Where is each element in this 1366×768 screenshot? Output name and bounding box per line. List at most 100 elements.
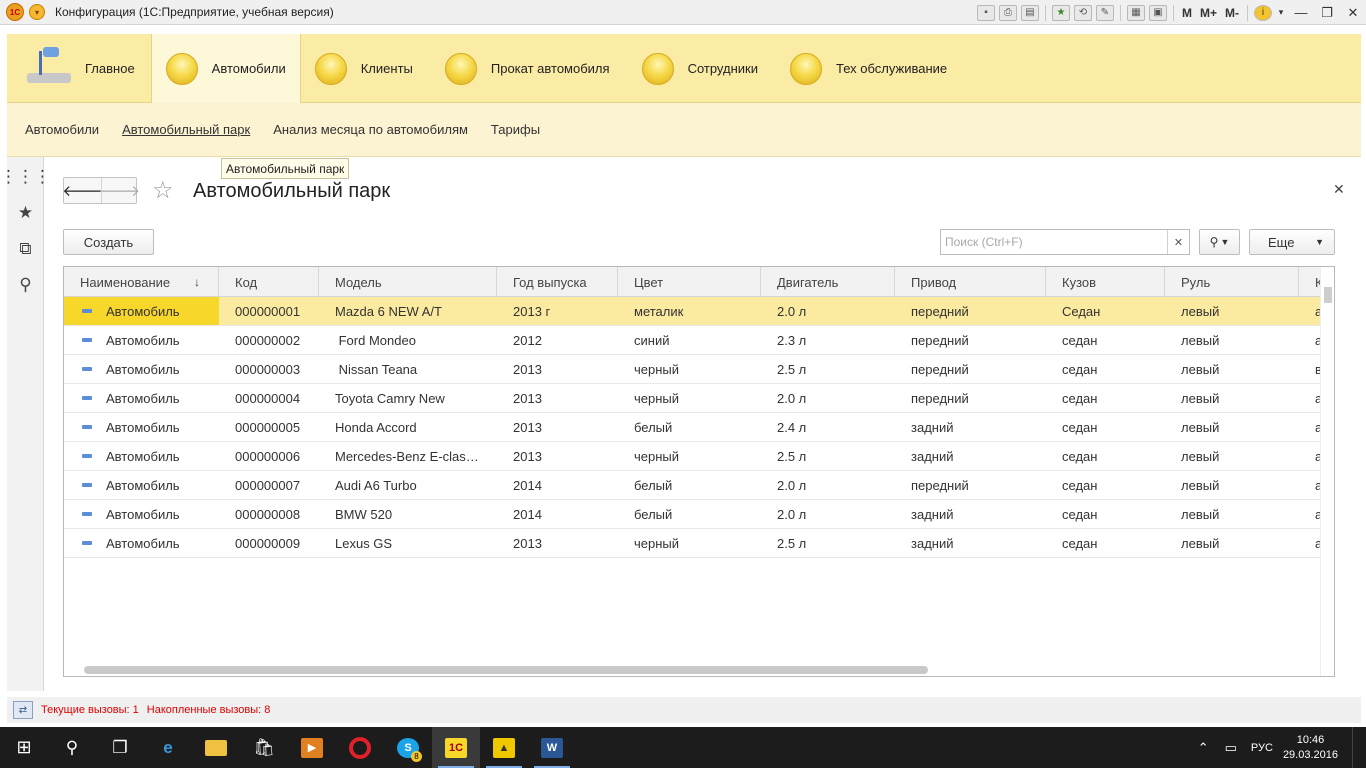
cell-extra[interactable]: а: [1299, 442, 1321, 470]
favorites-star-icon[interactable]: ★: [7, 195, 44, 231]
minimize-button[interactable]: —: [1288, 2, 1314, 24]
column-header-engine[interactable]: Двигатель: [761, 267, 895, 297]
cell-code[interactable]: 000000002: [219, 326, 319, 354]
cell-code[interactable]: 000000009: [219, 529, 319, 557]
scroll-thumb[interactable]: [1324, 287, 1332, 303]
edge-browser-icon[interactable]: e: [144, 727, 192, 768]
cell-code[interactable]: 000000001: [219, 297, 319, 325]
cell-engine[interactable]: 2.0 л: [761, 297, 895, 325]
cell-body[interactable]: седан: [1046, 413, 1165, 441]
cell-drive[interactable]: задний: [895, 442, 1046, 470]
show-desktop-button[interactable]: [1352, 727, 1366, 768]
cell-drive[interactable]: задний: [895, 529, 1046, 557]
memory-button[interactable]: M: [1182, 6, 1192, 20]
cell-body[interactable]: седан: [1046, 384, 1165, 412]
close-window-button[interactable]: ✕: [1340, 2, 1366, 24]
search-icon[interactable]: ⚲: [7, 267, 44, 303]
cell-wheel[interactable]: левый: [1165, 326, 1299, 354]
cell-code[interactable]: 000000008: [219, 500, 319, 528]
cell-drive[interactable]: передний: [895, 384, 1046, 412]
1c-app-icon[interactable]: 1C: [432, 727, 480, 768]
create-button[interactable]: Создать: [63, 229, 154, 255]
cell-color[interactable]: синий: [618, 326, 761, 354]
cell-engine[interactable]: 2.4 л: [761, 413, 895, 441]
skype-icon[interactable]: S8: [384, 727, 432, 768]
table-row[interactable]: Автомобиль 000000009 Lexus GS 2013 черный 2.5…: [64, 529, 1334, 558]
app-logo-icon[interactable]: 1C: [6, 3, 24, 21]
cell-code[interactable]: 000000003: [219, 355, 319, 383]
cell-color[interactable]: белый: [618, 471, 761, 499]
cell-extra[interactable]: а: [1299, 529, 1321, 557]
cell-year[interactable]: 2013 г: [497, 297, 618, 325]
clock[interactable]: 10:46 29.03.2016: [1283, 733, 1338, 763]
column-header-drive[interactable]: Привод: [895, 267, 1046, 297]
table-row[interactable]: Автомобиль 000000005 Honda Accord 2013 белый…: [64, 413, 1334, 442]
table-row[interactable]: Автомобиль 000000008 BMW 520 2014 белый 2.0 л…: [64, 500, 1334, 529]
cell-extra[interactable]: а: [1299, 384, 1321, 412]
cell-year[interactable]: 2012: [497, 326, 618, 354]
table-row[interactable]: Автомобиль 000000007 Audi A6 Turbo 2014 белы…: [64, 471, 1334, 500]
word-icon[interactable]: W: [528, 727, 576, 768]
cell-body[interactable]: Седан: [1046, 297, 1165, 325]
cell-drive[interactable]: задний: [895, 413, 1046, 441]
func-cars[interactable]: Автомобили: [25, 122, 99, 137]
task-view-icon[interactable]: ❐: [96, 727, 144, 768]
cell-name[interactable]: Автомобиль: [64, 500, 219, 528]
cell-engine[interactable]: 2.0 л: [761, 471, 895, 499]
cell-engine[interactable]: 2.0 л: [761, 500, 895, 528]
calendar-icon[interactable]: ▣: [1148, 4, 1167, 21]
cell-name[interactable]: Автомобиль: [64, 529, 219, 557]
section-clients[interactable]: Клиенты: [301, 34, 427, 103]
language-indicator[interactable]: РУС: [1251, 742, 1273, 754]
cell-wheel[interactable]: левый: [1165, 384, 1299, 412]
search-icon[interactable]: ⚲: [48, 727, 96, 768]
column-header-model[interactable]: Модель: [319, 267, 497, 297]
history-icon[interactable]: ⟲: [1073, 4, 1092, 21]
section-employees[interactable]: Сотрудники: [624, 34, 772, 103]
info-icon[interactable]: i: [1254, 4, 1272, 21]
cell-model[interactable]: Toyota Camry New: [319, 384, 497, 412]
cell-year[interactable]: 2014: [497, 471, 618, 499]
message-icon[interactable]: ▭: [1225, 740, 1237, 756]
print-icon[interactable]: ⎙: [998, 4, 1017, 21]
cell-wheel[interactable]: левый: [1165, 442, 1299, 470]
cell-body[interactable]: седан: [1046, 355, 1165, 383]
forward-arrow-icon[interactable]: 🡒: [100, 178, 140, 203]
cell-name[interactable]: Автомобиль: [64, 355, 219, 383]
table-row[interactable]: Автомобиль 000000002 Ford Mondeo 2012 синий…: [64, 326, 1334, 355]
section-cars[interactable]: Автомобили: [150, 34, 301, 103]
opera-icon[interactable]: [336, 727, 384, 768]
cell-extra[interactable]: а: [1299, 413, 1321, 441]
chevron-up-icon[interactable]: ⌃: [1198, 740, 1209, 756]
cell-extra[interactable]: а: [1299, 326, 1321, 354]
section-main[interactable]: Главное: [7, 34, 149, 103]
history-icon[interactable]: ⧉: [7, 231, 44, 267]
cell-drive[interactable]: задний: [895, 500, 1046, 528]
back-arrow-icon[interactable]: 🡐: [62, 178, 102, 203]
cell-color[interactable]: белый: [618, 413, 761, 441]
func-monthly-analysis[interactable]: Анализ месяца по автомобилям: [273, 122, 468, 137]
cell-name[interactable]: Автомобиль: [64, 442, 219, 470]
table-row[interactable]: Автомобиль 000000003 Nissan Teana 2013 черн…: [64, 355, 1334, 384]
cell-wheel[interactable]: левый: [1165, 297, 1299, 325]
cell-model[interactable]: Lexus GS: [319, 529, 497, 557]
table-row[interactable]: Автомобиль 000000006 Mercedes-Benz E-clas……: [64, 442, 1334, 471]
section-maintenance[interactable]: Тех обслуживание: [772, 34, 961, 103]
store-icon[interactable]: 🛍: [240, 727, 288, 768]
file-explorer-icon[interactable]: [192, 727, 240, 768]
cell-wheel[interactable]: левый: [1165, 355, 1299, 383]
cell-engine[interactable]: 2.0 л: [761, 384, 895, 412]
favorite-star-icon[interactable]: ☆: [152, 176, 174, 205]
cell-wheel[interactable]: левый: [1165, 471, 1299, 499]
cell-color[interactable]: черный: [618, 355, 761, 383]
section-car-rental[interactable]: Прокат автомобиля: [427, 34, 624, 103]
cell-model[interactable]: Mercedes-Benz E-clas…: [319, 442, 497, 470]
info-menu-chevron-icon[interactable]: ▾: [1274, 2, 1288, 24]
column-header-name[interactable]: Наименование ↓: [64, 267, 219, 297]
1c-configurator-icon[interactable]: ▲: [480, 727, 528, 768]
scroll-thumb[interactable]: [84, 666, 928, 674]
cell-name[interactable]: Автомобиль: [64, 471, 219, 499]
main-menu-button[interactable]: ▾: [29, 4, 45, 20]
memory-minus-button[interactable]: M-: [1225, 6, 1239, 20]
column-header-extra[interactable]: К: [1299, 267, 1321, 297]
